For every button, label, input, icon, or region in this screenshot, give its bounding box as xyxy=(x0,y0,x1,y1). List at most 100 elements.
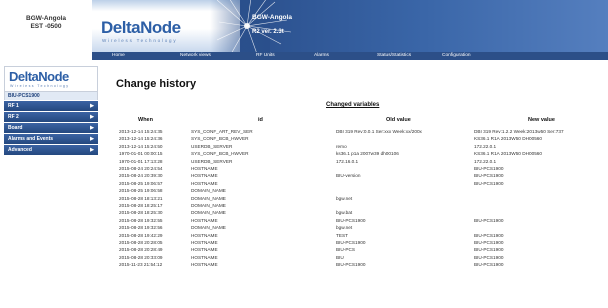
cell-old-value: BIU xyxy=(336,254,344,260)
device-name: BGW-Angola xyxy=(26,15,66,22)
cell-old-value: bgw.net xyxy=(336,225,353,231)
table-row: 2015-08-28 20:28:05 HOSTNAME BIU-PCS1900 BI… xyxy=(0,239,608,246)
starburst-graphic xyxy=(217,0,292,52)
table-row: 2015-08-25 19:06:57 HOSTNAME BIU-PCS1900 xyxy=(0,180,608,187)
table-row: 2015-08-28 18:13:21 DOMAIN_NAME bgw.net xyxy=(0,195,608,202)
table-row: 2015-08-28 19:32:55 HOSTNAME BIU-PCS1900 BI… xyxy=(0,217,608,224)
cell-id: SYS_CONF_ART_REV_SER xyxy=(191,129,253,134)
sidebar-item-label: RF 1 xyxy=(8,103,19,109)
cell-when: 2015-08-28 19:32:56 xyxy=(119,225,163,231)
device-info: BGW-Angola EST -0500 xyxy=(0,0,92,60)
cell-id: SYS_CONF_BCB_HWVER xyxy=(191,151,249,157)
cell-id: DOMAIN_NAME xyxy=(191,210,226,216)
sidebar-item-rf1[interactable]: RF 1 ▶ xyxy=(4,101,98,111)
cell-when: 2015-08-24 20:39:30 xyxy=(119,173,163,179)
table-row: 2015-08-24 20:39:30 HOSTNAME BIU-version BI… xyxy=(0,172,608,179)
cell-new-value: 172.22.0.1 xyxy=(474,143,497,149)
cell-id: DOMAIN_NAME xyxy=(191,225,226,231)
cell-old-value: bgw.net xyxy=(336,195,353,201)
table-row: 2015-08-28 18:25:30 DOMAIN_NAME bgw.bat xyxy=(0,209,608,216)
cell-id: HOSTNAME xyxy=(191,254,218,260)
cell-id: DOMAIN_NAME xyxy=(191,203,226,208)
cell-when: 2013-12-14 15:24:35 xyxy=(119,129,163,134)
cell-new-value: BIU-PCS1900 xyxy=(474,173,504,179)
nav-status-statistics[interactable]: Status/Statistics xyxy=(377,52,411,60)
cell-new-value: BIU-PCS1900 xyxy=(474,240,504,245)
cell-new-value: BIU-PCS1900 xyxy=(474,254,504,260)
cell-when: 2015-08-28 19:32:55 xyxy=(119,217,163,223)
cell-id: HOSTNAME xyxy=(191,247,218,253)
cell-id: HOSTNAME xyxy=(191,173,218,179)
cell-when: 2015-08-25 19:06:57 xyxy=(119,180,163,186)
table-row: 2015-08-28 19:42:29 HOSTNAME TEST BIU-PCS19… xyxy=(0,232,608,239)
cell-id: DOMAIN_NAME xyxy=(191,188,226,194)
cell-old-value: bgw.bat xyxy=(336,210,353,216)
cell-when: 2015-08-28 20:28:49 xyxy=(119,247,163,253)
sidebar-item-label: RF 2 xyxy=(8,114,19,120)
table-row: 2013-12-14 15:24:35 SYS_CONF_ART_REV_SER D… xyxy=(0,128,608,135)
cell-id: HOSTNAME xyxy=(191,217,218,223)
column-header-when: When xyxy=(138,117,153,123)
cell-when: 1970-01-01 17:13:28 xyxy=(119,158,163,164)
cell-new-value: BIU-PCS1900 xyxy=(474,232,504,238)
banner-device-name: BGW-Angola xyxy=(252,14,292,21)
cell-old-value: BIU-PCS1900 xyxy=(336,240,366,245)
cell-when: 2015-08-28 19:42:29 xyxy=(119,232,163,238)
sidebar-device-label: BIU-PCS1900 xyxy=(4,92,98,100)
brand-logo: DeltaNode xyxy=(101,18,181,37)
cell-old-value: BIU-PCS1900 xyxy=(336,262,366,268)
nav-alarms[interactable]: Alarms xyxy=(314,52,329,60)
cell-new-value: BIU-PCS1900 xyxy=(474,247,504,253)
cell-id: DOMAIN_NAME xyxy=(191,195,226,201)
cell-old-value: TEST xyxy=(336,232,348,238)
table-row: 1970-01-01 00:00:15 SYS_CONF_BCB_HWVER ks3… xyxy=(0,150,608,157)
cell-id: SYS_CONF_BCB_HWVER xyxy=(191,136,249,142)
cell-when: 2015-08-24 20:24:54 xyxy=(119,166,163,171)
cell-old-value: 172.16.0.1 xyxy=(336,158,359,164)
cell-new-value: BIU-PCS1900 xyxy=(474,166,504,171)
column-header-id: id xyxy=(258,117,263,123)
sidebar-item-rf2[interactable]: RF 2 ▶ xyxy=(4,112,98,122)
header-banner: DeltaNode Wireless Technology BGW-Angola… xyxy=(92,0,608,52)
sidebar-logo-tagline: Wireless Technology xyxy=(10,84,70,88)
nav-rf-units[interactable]: RF Units xyxy=(256,52,275,60)
cell-new-value: DBI 319 Rev:1.2.2 Week:2013w50 Ser:737 xyxy=(474,129,564,134)
cell-id: HOSTNAME xyxy=(191,232,218,238)
cell-new-value: BIU-PCS1900 xyxy=(474,180,504,186)
cell-when: 2013-12-14 15:24:36 xyxy=(119,136,163,142)
cell-when: 2015-11-23 21:54:12 xyxy=(119,262,163,268)
table-row: 2013-12-14 15:24:50 USERDB_SERVER remo 172.… xyxy=(0,143,608,150)
cell-when: 2015-08-25 19:06:58 xyxy=(119,188,163,194)
sidebar-logo: DeltaNode Wireless Technology xyxy=(4,66,98,92)
table-row: 2015-08-28 20:33:09 HOSTNAME BIU BIU-PCS190… xyxy=(0,254,608,261)
nav-network-views[interactable]: Network views xyxy=(180,52,211,60)
cell-when: 2015-08-28 18:25:30 xyxy=(119,210,163,216)
nav-configuration[interactable]: Configuration xyxy=(442,52,471,60)
cell-when: 2015-08-28 18:13:21 xyxy=(119,195,163,201)
brand-tagline: Wireless Technology xyxy=(102,38,178,43)
cell-new-value: 172.22.0.1 xyxy=(474,158,497,164)
device-timezone: EST -0500 xyxy=(30,23,62,30)
cell-id: HOSTNAME xyxy=(191,166,218,171)
cell-id: HOSTNAME xyxy=(191,180,218,186)
cell-id: USERDB_SERVER xyxy=(191,158,233,164)
cell-old-value: BIU-PCS1900 xyxy=(336,217,366,223)
section-heading: Changed variables xyxy=(326,102,380,108)
cell-old-value: BIU-PCS xyxy=(336,247,356,253)
table-row: 1970-01-01 17:13:28 USERDB_SERVER 172.16.0… xyxy=(0,158,608,165)
table-row: 2015-08-24 20:24:54 HOSTNAME BIU-PCS1900 xyxy=(0,165,608,172)
cell-id: HOSTNAME xyxy=(191,262,218,268)
cell-when: 1970-01-01 00:00:15 xyxy=(119,151,163,157)
cell-new-value: KS36.1 R1A 2013W50 DH00560 xyxy=(474,151,543,157)
main-nav: Home Network views RF Units Alarms Statu… xyxy=(92,52,608,60)
banner-version: R2 ver. 2.3t xyxy=(252,29,284,35)
nav-home[interactable]: Home xyxy=(112,52,125,60)
table-row: 2015-08-28 19:32:56 DOMAIN_NAME bgw.net xyxy=(0,224,608,231)
cell-when: 2013-12-14 15:24:50 xyxy=(119,143,163,149)
cell-new-value: BIU-PCS1900 xyxy=(474,262,504,268)
cell-old-value: ks36.1 p1a 2007w39 dh00106 xyxy=(336,151,399,157)
column-header-old-value: Old value xyxy=(386,117,411,123)
cell-old-value: BIU-version xyxy=(336,173,361,179)
cell-new-value: KS36.1 R1A 2013W50 DH00560 xyxy=(474,136,543,142)
cell-old-value: remo xyxy=(336,143,347,149)
